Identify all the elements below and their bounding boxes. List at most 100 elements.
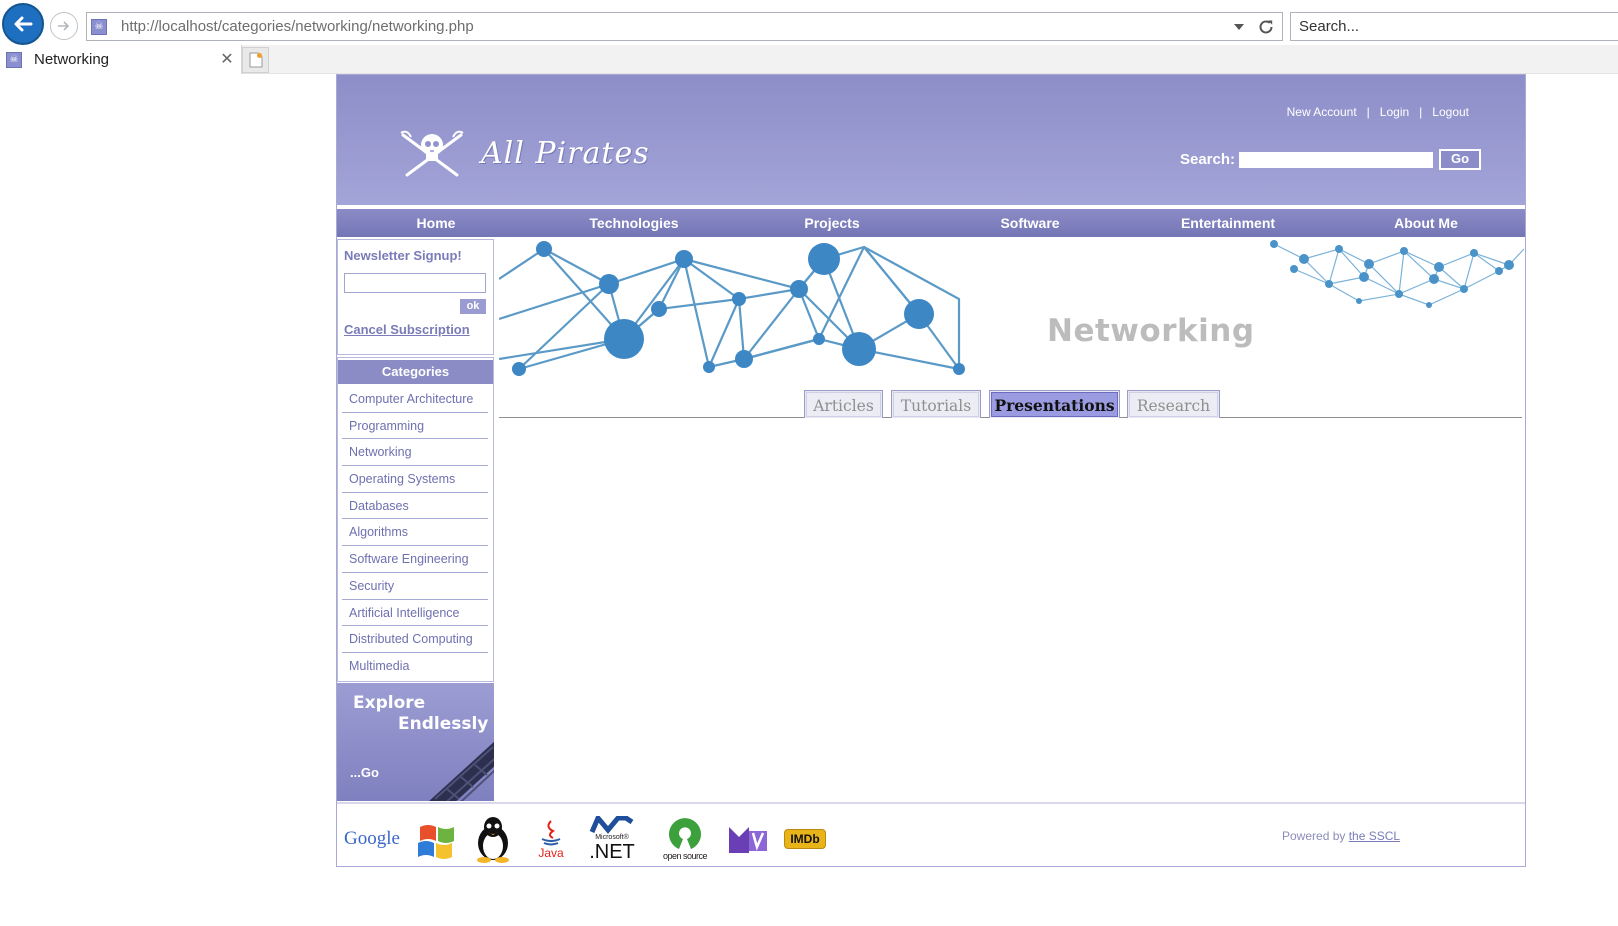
networking-banner: Networking <box>499 239 1524 379</box>
java-logo-text: Java <box>538 846 564 860</box>
logout-link[interactable]: Logout <box>1432 105 1469 119</box>
tab-research-label: Research <box>1129 392 1218 417</box>
tab-tutorials[interactable]: Tutorials <box>891 390 981 418</box>
open-source-icon <box>669 818 701 849</box>
new-tab-icon <box>249 52 262 68</box>
forward-button[interactable] <box>50 12 78 40</box>
explore-endlessly-banner[interactable]: Explore Endlessly ...Go <box>337 683 494 801</box>
tab-articles-label: Articles <box>806 392 881 417</box>
explore-text: Explore <box>353 693 426 713</box>
tab-presentations[interactable]: Presentations <box>989 390 1120 418</box>
tab-presentations-label: Presentations <box>991 392 1118 417</box>
newsletter-title: Newsletter Signup! <box>344 248 462 263</box>
powered-by-text: Powered by <box>1282 829 1346 843</box>
site-search-go-button[interactable]: Go <box>1439 149 1481 170</box>
tab-research[interactable]: Research <box>1127 390 1220 418</box>
separator: | <box>1419 105 1423 119</box>
site-footer: Google Java Microsoft® .NET open source … <box>337 802 1525 866</box>
java-logo[interactable]: Java <box>533 816 569 862</box>
explore-go-link[interactable]: ...Go <box>350 765 379 780</box>
skull-crossbones-icon <box>400 130 464 177</box>
new-account-link[interactable]: New Account <box>1287 105 1357 119</box>
site-logo-text: All Pirates <box>481 135 650 171</box>
java-cup-icon <box>541 820 561 846</box>
content-tabs: Articles Tutorials Presentations Researc… <box>499 389 1522 418</box>
address-bar[interactable]: ☠ http://localhost/categories/networking… <box>86 12 1283 41</box>
arrow-left-icon <box>14 16 33 32</box>
category-distributed-computing[interactable]: Distributed Computing <box>342 626 488 653</box>
imdb-logo-text: IMDb <box>784 829 826 849</box>
category-algorithms[interactable]: Algorithms <box>342 519 488 547</box>
newsletter-ok-button[interactable]: ok <box>460 299 486 314</box>
tab-title: Networking <box>34 51 110 68</box>
main-navigation: Home Technologies Projects Software Ente… <box>337 209 1525 237</box>
nav-about-me[interactable]: About Me <box>1327 209 1525 237</box>
open-source-text: open source <box>662 851 708 861</box>
tux-penguin-icon <box>477 817 509 863</box>
category-computer-architecture[interactable]: Computer Architecture <box>342 386 488 413</box>
mtv-logo[interactable] <box>727 816 769 862</box>
category-networking[interactable]: Networking <box>342 439 488 467</box>
nav-projects[interactable]: Projects <box>733 209 931 237</box>
dotnet-text: .NET <box>589 841 635 863</box>
open-source-logo[interactable]: open source <box>655 816 715 862</box>
address-text[interactable]: http://localhost/categories/networking/n… <box>121 18 474 35</box>
google-logo[interactable]: Google <box>341 816 403 862</box>
dotnet-logo[interactable]: Microsoft® .NET <box>587 816 637 862</box>
imdb-logo[interactable]: IMDb <box>783 816 827 862</box>
windows-logo[interactable] <box>415 816 459 862</box>
login-link[interactable]: Login <box>1380 105 1409 119</box>
close-icon[interactable]: ✕ <box>219 50 235 68</box>
google-logo-text: Google <box>344 828 400 849</box>
site-logo[interactable]: All Pirates <box>397 123 650 183</box>
tab-networking[interactable]: ☠ Networking ✕ <box>0 45 242 74</box>
tab-articles[interactable]: Articles <box>804 390 883 418</box>
site-favicon-icon: ☠ <box>91 18 107 35</box>
arrow-right-icon <box>58 21 70 31</box>
new-tab-button[interactable] <box>242 47 269 73</box>
tab-content-area <box>499 419 1522 801</box>
category-software-engineering[interactable]: Software Engineering <box>342 546 488 573</box>
banner-title: Networking <box>1047 313 1255 349</box>
network-graph-image <box>499 240 1524 376</box>
powered-by: Powered by the SSCL <box>1282 829 1400 843</box>
site-search-label: Search: <box>1179 151 1235 168</box>
chevron-down-icon[interactable] <box>1230 18 1248 36</box>
categories-title: Categories <box>338 360 493 384</box>
mtv-icon <box>729 827 767 853</box>
keyboard-icon <box>429 741 494 801</box>
category-list: Computer Architecture Programming Networ… <box>342 386 488 680</box>
category-multimedia[interactable]: Multimedia <box>342 653 488 680</box>
dotnet-wave-icon <box>589 816 634 834</box>
nav-home[interactable]: Home <box>337 209 535 237</box>
categories-box: Categories Computer Architecture Program… <box>337 357 494 682</box>
browser-chrome: ☠ http://localhost/categories/networking… <box>0 0 1618 74</box>
category-security[interactable]: Security <box>342 573 488 600</box>
sscl-link[interactable]: the SSCL <box>1349 829 1400 843</box>
tab-strip: ☠ Networking ✕ <box>0 45 1618 74</box>
newsletter-email-input[interactable] <box>344 273 486 293</box>
endlessly-text: Endlessly <box>398 714 489 734</box>
back-button[interactable] <box>2 3 44 45</box>
tab-tutorials-label: Tutorials <box>893 392 979 417</box>
nav-entertainment[interactable]: Entertainment <box>1129 209 1327 237</box>
site-search: Search: Go <box>1180 149 1481 170</box>
site-favicon-icon: ☠ <box>6 51 22 68</box>
browser-search-input[interactable]: Search... <box>1290 12 1618 41</box>
linux-tux-logo[interactable] <box>471 816 515 863</box>
separator: | <box>1366 105 1370 119</box>
site-search-input[interactable] <box>1239 151 1433 168</box>
newsletter-box: Newsletter Signup! ok Cancel Subscriptio… <box>337 239 494 355</box>
windows-icon <box>418 825 454 859</box>
account-links: New Account | Login | Logout <box>1287 105 1469 119</box>
category-programming[interactable]: Programming <box>342 413 488 440</box>
category-databases[interactable]: Databases <box>342 493 488 520</box>
category-operating-systems[interactable]: Operating Systems <box>342 466 488 493</box>
category-artificial-intelligence[interactable]: Artificial Intelligence <box>342 600 488 627</box>
site-header: All Pirates New Account | Login | Logout… <box>337 75 1525 205</box>
cancel-subscription-link[interactable]: Cancel Subscription <box>344 322 470 337</box>
nav-technologies[interactable]: Technologies <box>535 209 733 237</box>
web-page: All Pirates New Account | Login | Logout… <box>336 74 1526 867</box>
nav-software[interactable]: Software <box>931 209 1129 237</box>
refresh-icon[interactable] <box>1254 16 1278 38</box>
